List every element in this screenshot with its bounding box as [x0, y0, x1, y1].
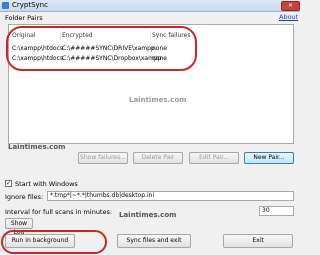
- interval-label: Interval for full scans in minutes:: [5, 208, 113, 216]
- checkmark-icon: ✓: [6, 180, 12, 187]
- close-button[interactable]: ✕: [281, 1, 300, 11]
- highlight-oval: [1, 230, 107, 254]
- show-log-button[interactable]: Show Log: [5, 218, 33, 236]
- highlight-oval: [6, 26, 197, 71]
- edit-pair-button[interactable]: Edit Pair...: [189, 152, 239, 164]
- start-with-windows-label[interactable]: Start with Windows: [15, 180, 78, 188]
- watermark: Laintimes.com: [8, 143, 66, 151]
- show-failures-button[interactable]: Show failures...: [78, 152, 128, 164]
- ignore-files-input[interactable]: *.tmp*|~*.*|thumbs.db|desktop.ini: [47, 191, 294, 201]
- sync-and-exit-button[interactable]: Sync files and exit: [117, 234, 191, 248]
- delete-pair-button[interactable]: Delete Pair: [133, 152, 183, 164]
- close-icon: ✕: [287, 2, 294, 9]
- ignore-files-label: Ignore files:: [5, 193, 44, 201]
- new-pair-button[interactable]: New Pair...: [244, 152, 294, 164]
- watermark: Laintimes.com: [119, 211, 177, 219]
- watermark: Laintimes.com: [129, 96, 187, 104]
- exit-button[interactable]: Exit: [223, 234, 293, 248]
- folder-pairs-label: Folder Pairs: [5, 14, 43, 22]
- about-link[interactable]: About: [279, 13, 298, 21]
- window-title: CryptSync: [12, 1, 48, 9]
- app-icon: [2, 2, 9, 9]
- start-with-windows-checkbox[interactable]: ✓: [5, 180, 12, 187]
- interval-input[interactable]: 30: [259, 206, 294, 216]
